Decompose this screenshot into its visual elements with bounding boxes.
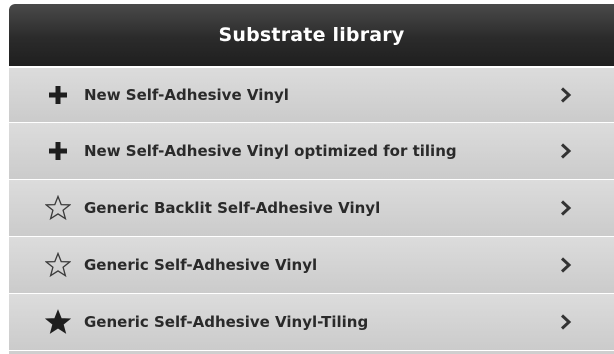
star-filled-icon [45, 309, 71, 335]
star-outline-icon [45, 195, 71, 221]
chevron-right-icon [560, 87, 572, 103]
chevron-right-icon [560, 257, 572, 273]
chevron-right-icon [560, 143, 572, 159]
list-item-new-self-adhesive-vinyl-tiling[interactable]: New Self-Adhesive Vinyl optimized for ti… [9, 123, 614, 180]
list-item-generic-backlit-self-adhesive-vinyl[interactable]: Generic Backlit Self-Adhesive Vinyl [9, 180, 614, 237]
page-title: Substrate library [9, 4, 614, 66]
list-item-label: Generic Self-Adhesive Vinyl-Tiling [84, 313, 369, 331]
plus-icon [45, 82, 71, 108]
list-item-label: Generic Self-Adhesive Vinyl [84, 256, 318, 274]
star-outline-icon [45, 252, 71, 278]
list-item-new-self-adhesive-vinyl[interactable]: New Self-Adhesive Vinyl [9, 66, 614, 123]
substrate-library-panel: Substrate library New Self-Adhesive Viny… [9, 4, 614, 354]
list-item-generic-self-adhesive-vinyl-tiling[interactable]: Generic Self-Adhesive Vinyl-Tiling [9, 294, 614, 351]
chevron-right-icon [560, 314, 572, 330]
page-title-text: Substrate library [218, 24, 405, 46]
substrate-list: New Self-Adhesive Vinyl New Self-Adhesiv… [9, 66, 614, 351]
chevron-right-icon [560, 200, 572, 216]
plus-icon [45, 138, 71, 164]
list-item-label: New Self-Adhesive Vinyl [84, 86, 289, 104]
list-item-generic-self-adhesive-vinyl[interactable]: Generic Self-Adhesive Vinyl [9, 237, 614, 294]
list-item-label: Generic Backlit Self-Adhesive Vinyl [84, 199, 381, 217]
list-item-label: New Self-Adhesive Vinyl optimized for ti… [84, 142, 457, 160]
